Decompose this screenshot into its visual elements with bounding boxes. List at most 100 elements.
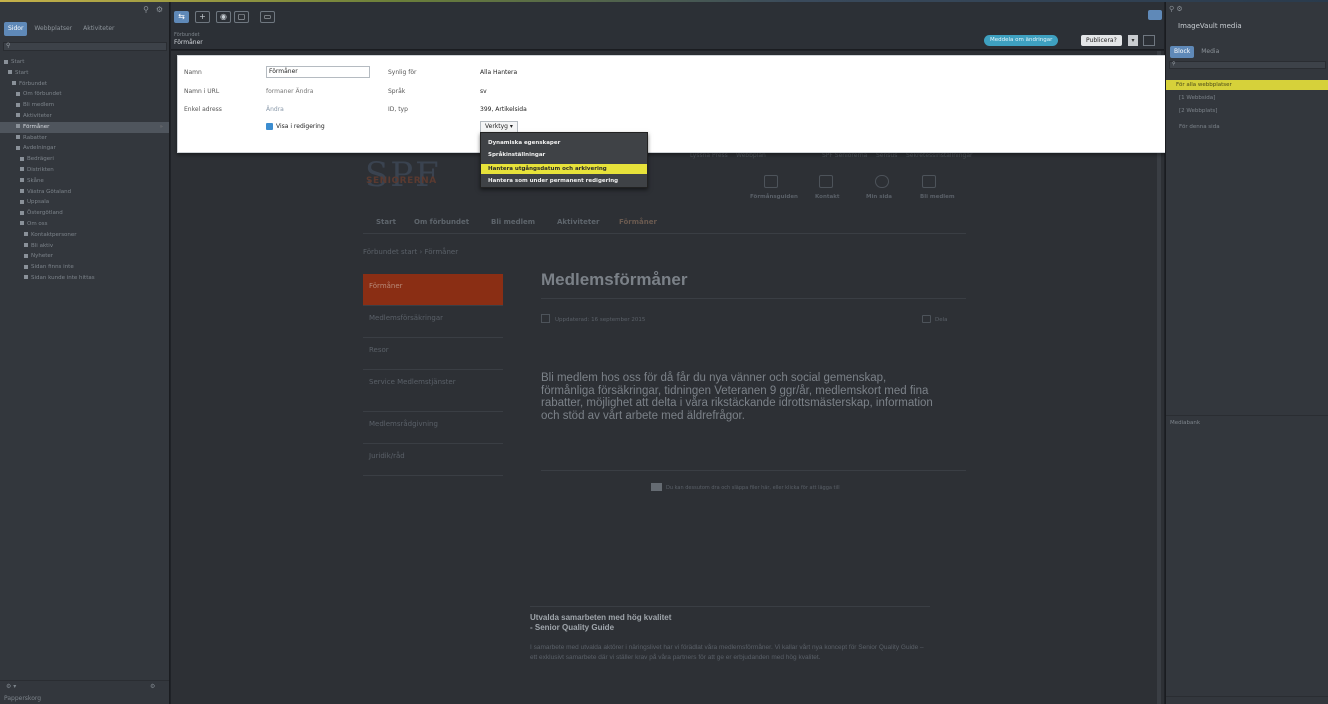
- list-icon[interactable]: [1143, 35, 1155, 46]
- quick-join[interactable]: Bli medlem: [920, 194, 955, 200]
- toggle-tree-button[interactable]: ⇆: [174, 11, 189, 23]
- gear-icon[interactable]: ⚙: [156, 5, 163, 14]
- tree-node[interactable]: Västra Götaland: [0, 187, 169, 198]
- page-icon: [24, 264, 28, 269]
- simple-address-link[interactable]: Ändra: [266, 106, 284, 113]
- page-name-input[interactable]: Förmåner: [266, 66, 370, 78]
- tree-node[interactable]: Om förbundet: [0, 89, 169, 100]
- url-value[interactable]: formaner Ändra: [266, 88, 313, 95]
- tab-blocks[interactable]: Block: [1170, 46, 1195, 58]
- tree-node[interactable]: Om oss: [0, 219, 169, 230]
- toplink-spf[interactable]: SPF Seniorerna: [822, 152, 867, 159]
- drop-zone-hint[interactable]: Du kan dessutom dra och släppa filer här…: [666, 485, 840, 491]
- menu-item-expiration-archiving[interactable]: Hantera utgångsdatum och arkivering: [481, 164, 647, 174]
- section-body[interactable]: I samarbete med utvalda aktörer i näring…: [530, 643, 930, 663]
- user-icon[interactable]: [875, 175, 889, 188]
- tree-node[interactable]: Distrikten: [0, 165, 169, 176]
- toplink-listen[interactable]: Lyssna: [690, 152, 710, 159]
- preview-button[interactable]: ◉: [216, 11, 231, 23]
- toplink-privacy[interactable]: Sekretessinställningar: [906, 152, 972, 159]
- tree-node[interactable]: Avdelningar: [0, 143, 169, 154]
- publish-menu-chevron-icon[interactable]: ▾: [1128, 35, 1138, 46]
- site-logo[interactable]: SPF: [365, 155, 441, 195]
- tab-media[interactable]: Media: [1197, 46, 1223, 58]
- folder-all-sites[interactable]: För alla webbplatser: [1166, 80, 1328, 90]
- tree-node-label: Start: [11, 59, 25, 65]
- tree-node[interactable]: Uppsala: [0, 197, 169, 208]
- toplink-sensus[interactable]: Sensus: [876, 152, 897, 159]
- tree-node[interactable]: Sidan kunde inte hittas: [0, 273, 169, 284]
- quick-benefits-guide[interactable]: Förmånsguiden: [750, 194, 798, 200]
- benefits-guide-icon[interactable]: [764, 175, 778, 188]
- device-button[interactable]: ▭: [260, 11, 275, 23]
- checkbox-checked-icon[interactable]: [266, 123, 273, 130]
- nav-activities[interactable]: Aktiviteter: [557, 218, 599, 226]
- settings-icon[interactable]: ⚙ ▾: [6, 683, 16, 690]
- recycle-bin-link[interactable]: Papperskorg: [4, 695, 41, 702]
- side-menu-item[interactable]: Service Medlemstjänster: [363, 370, 503, 412]
- compare-button[interactable]: ▢: [234, 11, 249, 23]
- side-menu-item[interactable]: Juridik/råd: [363, 444, 503, 476]
- folder-this-page[interactable]: För denna sida: [1169, 122, 1326, 132]
- tree-node[interactable]: Nyheter: [0, 251, 169, 262]
- side-menu-item[interactable]: Medlemsförsäkringar: [363, 306, 503, 338]
- nav-start[interactable]: Start: [376, 218, 396, 226]
- tab-sites[interactable]: Webbplatser: [30, 22, 76, 36]
- menu-item-permanent-edit[interactable]: Hantera som under permanent redigering: [481, 176, 647, 186]
- side-menu-item[interactable]: Förmåner: [363, 274, 503, 306]
- visible-label: Synlig för: [388, 69, 417, 76]
- page-icon: [16, 124, 20, 129]
- publish-button[interactable]: Publicera?: [1081, 35, 1122, 46]
- member-icon[interactable]: [922, 175, 936, 188]
- site-breadcrumb[interactable]: Förbundet start › Förmåner: [363, 248, 458, 256]
- tree-node[interactable]: Rabatter: [0, 133, 169, 144]
- assets-panel: ⚲ ⚙ ImageVault media Block Media ⚲ För a…: [1165, 2, 1328, 704]
- nav-join[interactable]: Bli medlem: [491, 218, 535, 226]
- tree-node[interactable]: Bli aktiv: [0, 241, 169, 252]
- breadcrumb-path[interactable]: Förbundet: [174, 32, 203, 39]
- tab-tasks[interactable]: Aktiviteter: [79, 22, 118, 36]
- share-link[interactable]: Dela: [935, 317, 948, 323]
- tab-pages[interactable]: Sidor: [4, 22, 28, 36]
- tree-node[interactable]: Start: [0, 68, 169, 79]
- tree-node[interactable]: Start: [0, 57, 169, 68]
- notify-button[interactable]: Meddela om ändringar: [984, 35, 1059, 46]
- folder-item[interactable]: [1 Webbsida]: [1169, 93, 1326, 103]
- tree-node[interactable]: Aktiviteter: [0, 111, 169, 122]
- show-in-edit-checkbox[interactable]: Visa i redigering: [266, 123, 325, 130]
- folder-item[interactable]: [2 Webbplats]: [1169, 106, 1326, 116]
- toggle-assets-button[interactable]: [1148, 10, 1162, 20]
- share-icon[interactable]: [922, 315, 931, 323]
- assets-search-input[interactable]: ⚲: [1169, 61, 1326, 69]
- nav-about[interactable]: Om förbundet: [414, 218, 469, 226]
- tree-node[interactable]: Östergötland: [0, 208, 169, 219]
- tree-node[interactable]: Förbundet: [0, 79, 169, 90]
- tree-node[interactable]: Skåne: [0, 176, 169, 187]
- quick-contact[interactable]: Kontakt: [815, 194, 840, 200]
- menu-item-dynamic-properties[interactable]: Dynamiska egenskaper: [481, 138, 647, 148]
- tree-node[interactable]: Bli medlem: [0, 100, 169, 111]
- page-search-input[interactable]: ⚲: [3, 42, 167, 51]
- toplink-press[interactable]: Press: [712, 152, 728, 159]
- side-menu-item[interactable]: Medlemsrådgivning: [363, 412, 503, 444]
- quick-my-page[interactable]: Min sida: [866, 194, 892, 200]
- visible-value[interactable]: Alla Hantera: [480, 69, 517, 76]
- tree-node[interactable]: Kontaktpersoner: [0, 230, 169, 241]
- add-button[interactable]: +: [195, 11, 210, 23]
- pin-icon[interactable]: ⚲: [143, 5, 149, 14]
- tree-node[interactable]: Förmåner »: [0, 121, 169, 133]
- page-properties-panel: Namn Förmåner Namn i URL formaner Ändra …: [177, 55, 1166, 153]
- article-intro[interactable]: Bli medlem hos oss för då får du nya vän…: [541, 372, 941, 422]
- options-icon[interactable]: ⚙: [150, 683, 155, 690]
- contact-icon[interactable]: [819, 175, 833, 188]
- menu-item-language-settings[interactable]: Språkinställningar: [481, 150, 647, 160]
- nav-benefits[interactable]: Förmåner: [619, 218, 657, 226]
- pin-icon[interactable]: ⚲ ⚙: [1169, 5, 1183, 13]
- tree-node[interactable]: Bedrägeri: [0, 154, 169, 165]
- side-menu-item[interactable]: Resor: [363, 338, 503, 370]
- toplink-sitemap[interactable]: Webbplan: [736, 152, 766, 159]
- section-title[interactable]: Utvalda samarbeten med hög kvalitet - Se…: [530, 613, 671, 633]
- page-icon: [20, 221, 24, 226]
- node-menu-icon[interactable]: »: [160, 122, 163, 133]
- tree-node[interactable]: Sidan finns inte: [0, 262, 169, 273]
